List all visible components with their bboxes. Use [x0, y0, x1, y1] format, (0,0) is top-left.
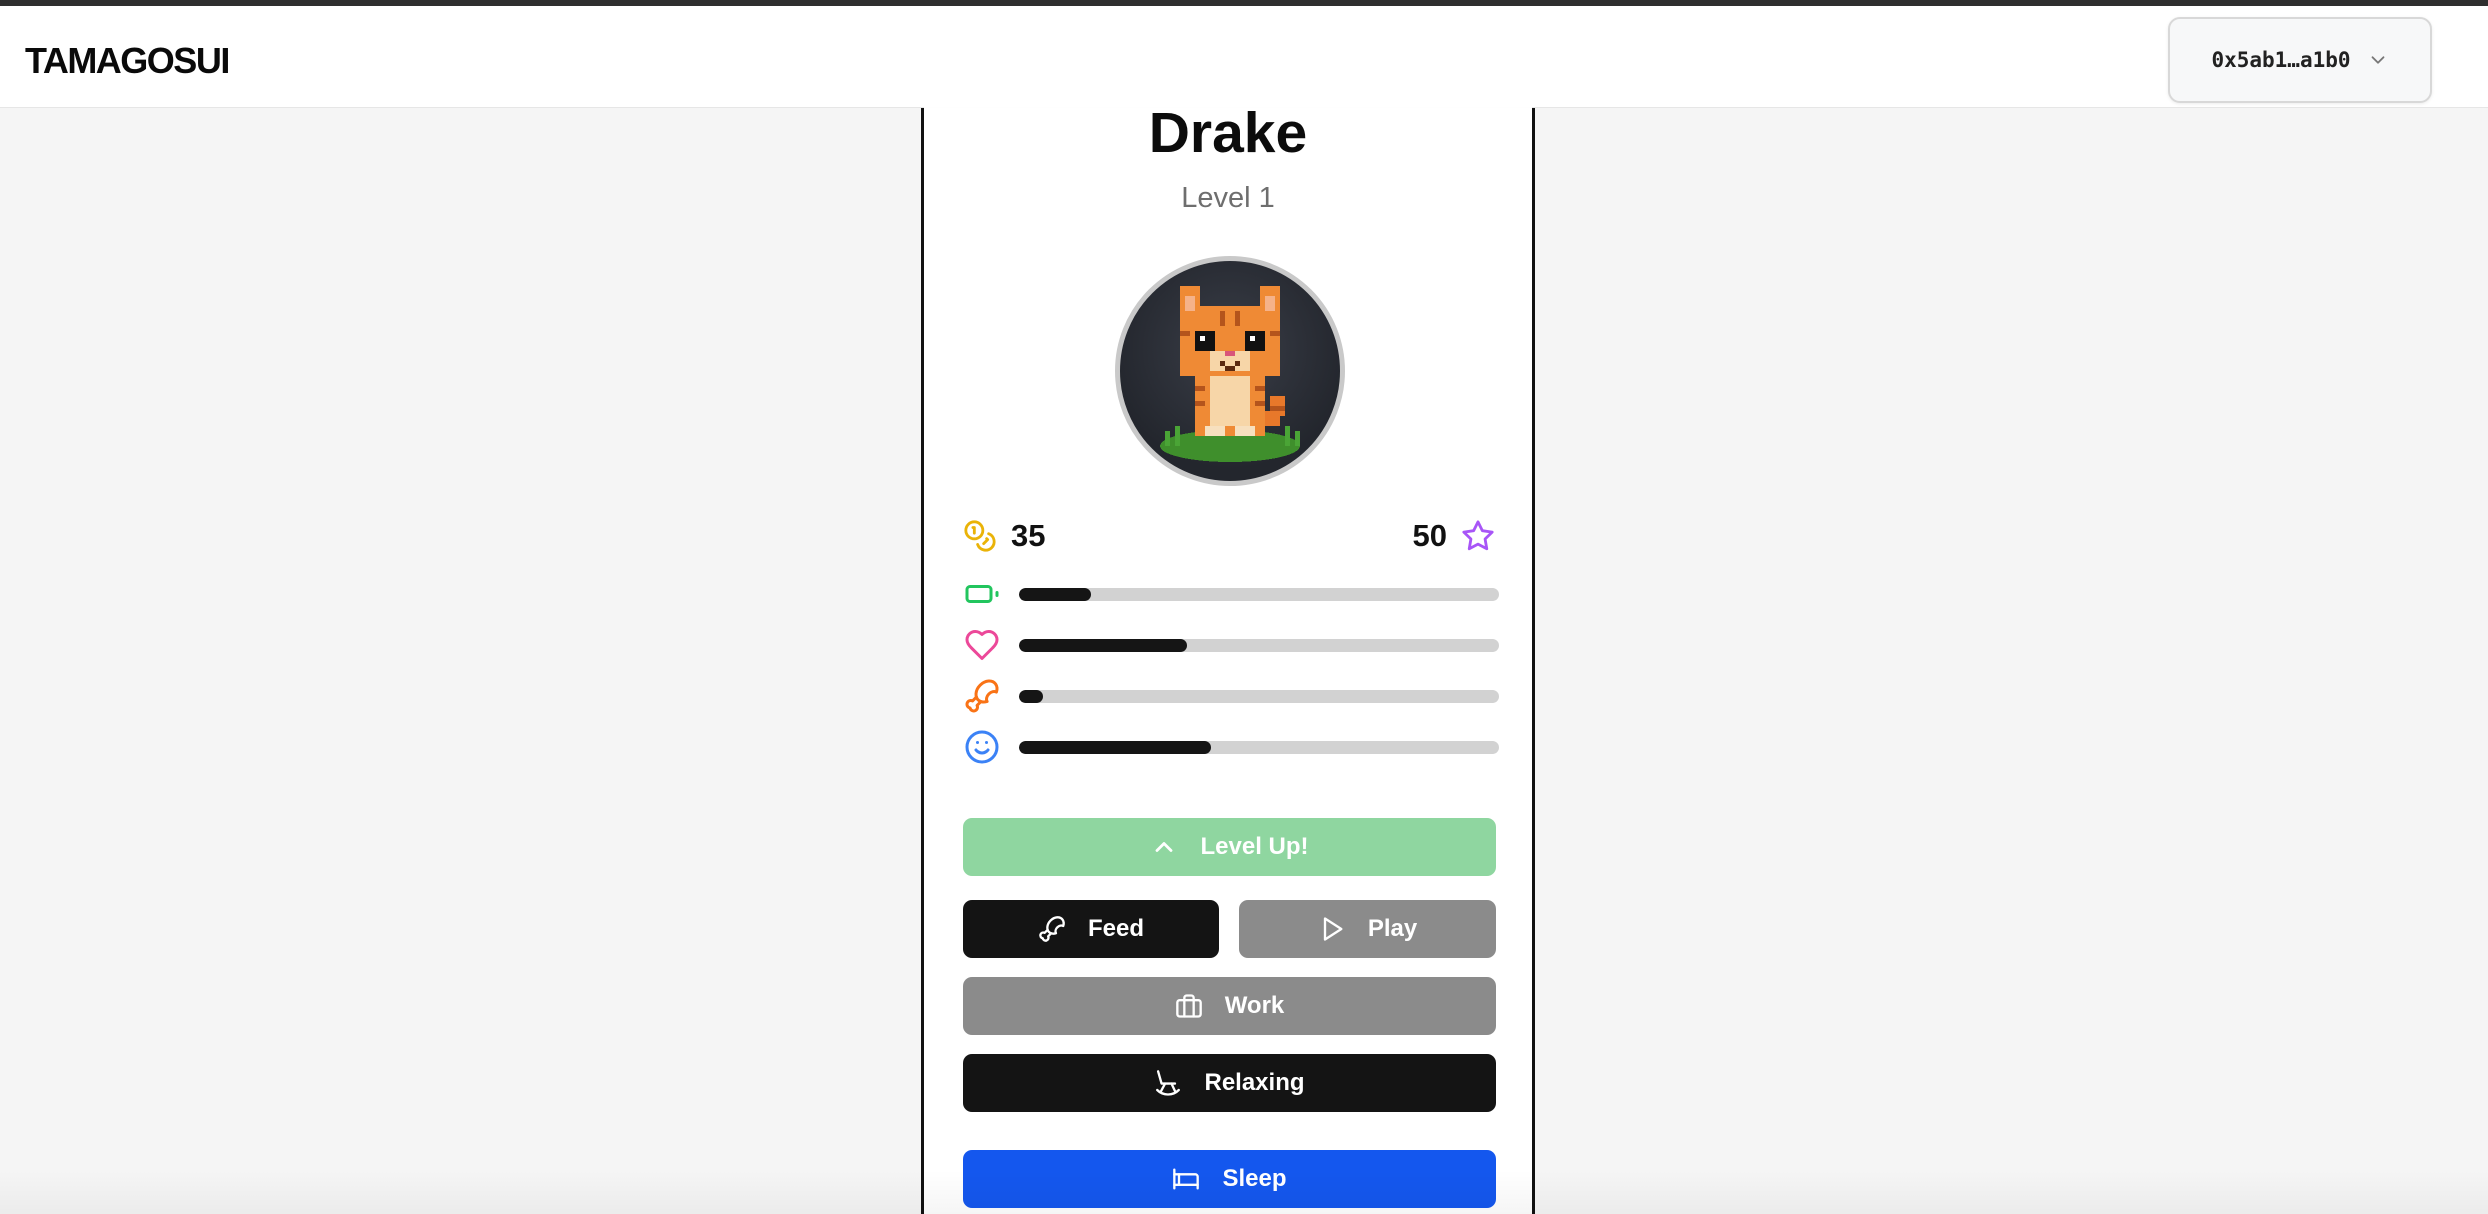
- work-button[interactable]: Work: [963, 977, 1496, 1035]
- energy-bar: [1019, 587, 1499, 601]
- pixel-cat-avatar: [1160, 286, 1300, 462]
- energy-bar-fill: [1019, 587, 1091, 601]
- play-icon: [1323, 917, 1343, 941]
- work-label: Work: [1224, 992, 1285, 1019]
- sleep-label: Sleep: [1222, 1165, 1287, 1192]
- smile-icon: [963, 728, 1001, 766]
- play-button[interactable]: Play: [1239, 900, 1496, 958]
- stat-energy: [963, 579, 1499, 609]
- drumstick-icon: [1039, 916, 1065, 942]
- stat-mood: [963, 730, 1499, 764]
- play-label: Play: [1367, 915, 1418, 942]
- pet-avatar: [1115, 256, 1345, 486]
- coins-display: 35: [963, 518, 1045, 554]
- hunger-bar-fill: [1019, 689, 1043, 703]
- drumstick-icon: [963, 677, 1001, 715]
- brand-logo[interactable]: TAMAGOSUI: [25, 40, 230, 82]
- experience-value: 50: [1412, 518, 1447, 553]
- feed-label: Feed: [1087, 915, 1144, 942]
- sleep-button[interactable]: Sleep: [963, 1150, 1496, 1208]
- coins-value: 35: [1011, 518, 1046, 553]
- heart-icon: [963, 626, 1001, 664]
- stat-hunger: [963, 679, 1499, 713]
- mood-bar: [1019, 740, 1499, 754]
- mood-bar-fill: [1019, 740, 1211, 754]
- happiness-bar-fill: [1019, 638, 1187, 652]
- feed-button[interactable]: Feed: [963, 900, 1219, 958]
- pet-card: Drake Level 1 35 50 Level Up! Feed Play …: [921, 101, 1535, 1214]
- level-up-label: Level Up!: [1200, 833, 1309, 860]
- battery-icon: [963, 575, 1001, 613]
- level-up-button[interactable]: Level Up!: [963, 818, 1496, 876]
- bed-icon: [1173, 1168, 1200, 1190]
- rocking-chair-icon: [1156, 1070, 1181, 1096]
- pet-name: Drake: [1148, 101, 1308, 165]
- star-icon: [1462, 520, 1494, 551]
- relax-label: Relaxing: [1204, 1069, 1305, 1096]
- happiness-bar: [1019, 638, 1499, 652]
- wallet-address: 0x5ab1…a1b0: [2211, 48, 2351, 72]
- relax-button[interactable]: Relaxing: [963, 1054, 1496, 1112]
- wallet-button[interactable]: 0x5ab1…a1b0: [2168, 17, 2432, 103]
- experience-display: 50: [1413, 518, 1495, 554]
- briefcase-icon: [1175, 994, 1202, 1018]
- stat-happiness: [963, 630, 1499, 660]
- coins-icon: [964, 520, 996, 552]
- chevron-up-icon: [1156, 842, 1173, 852]
- hunger-bar: [1019, 689, 1499, 703]
- chevron-down-icon: [2371, 56, 2384, 64]
- pet-level: Level 1: [1181, 182, 1275, 214]
